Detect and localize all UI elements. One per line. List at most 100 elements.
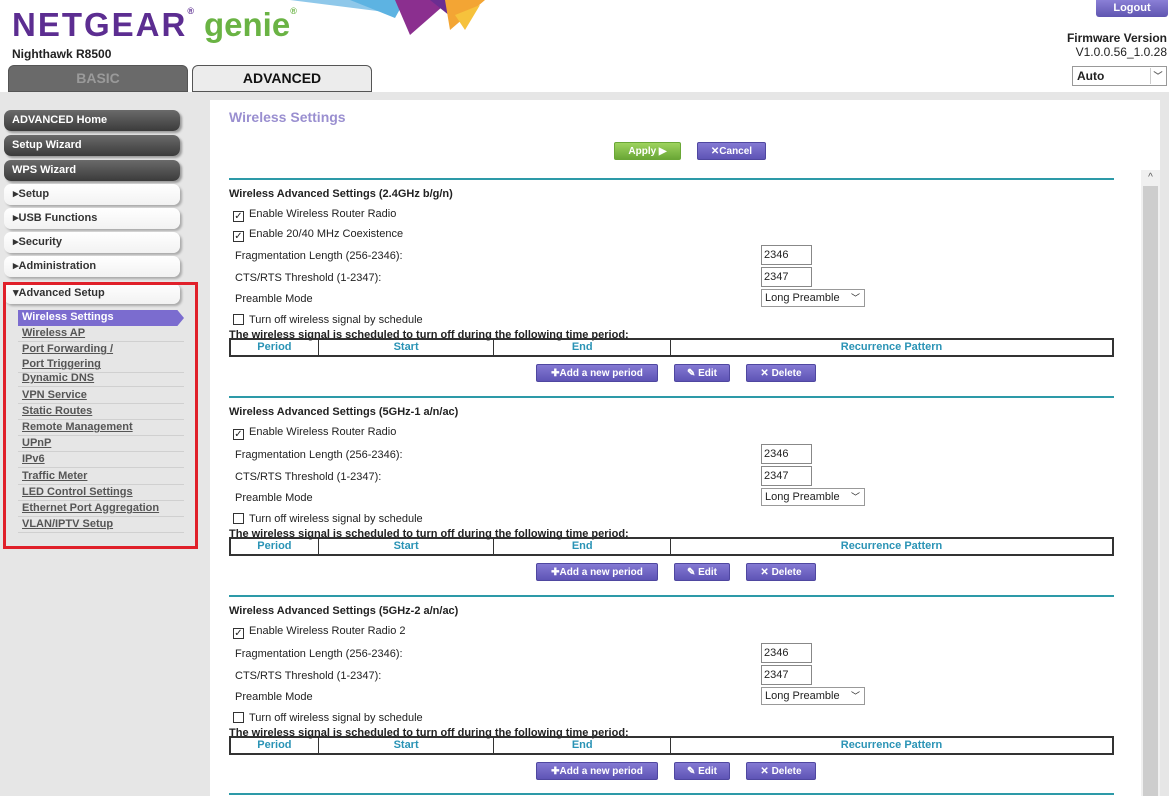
brand-sub-text: genie (203, 6, 291, 43)
schedule-checkbox-row[interactable]: Turn off wireless signal by schedule (233, 513, 423, 525)
highlight-box (3, 282, 198, 549)
checkbox-row[interactable]: ✓ Enable 20/40 MHz Coexistence (233, 228, 403, 242)
cts-rts-threshold-input[interactable]: 2347 (761, 466, 812, 486)
chevron-down-icon: ﹀ (1150, 68, 1165, 84)
cts-rts-threshold-label: CTS/RTS Threshold (1-2347): (235, 670, 382, 682)
netgear-genie-logo: NETGEAR® genie® (12, 6, 299, 43)
sidebar-item-security[interactable]: ▸Security (4, 232, 180, 253)
add-period-button[interactable]: ✚Add a new period (536, 762, 658, 780)
column-header: Period (231, 738, 319, 753)
schedule-table-header: Period Start End Recurrence Pattern (229, 537, 1114, 556)
sidebar-item-administration[interactable]: ▸Administration (4, 256, 180, 277)
checkbox-row[interactable]: ✓ Enable Wireless Router Radio (233, 426, 396, 440)
language-value: Auto (1077, 69, 1105, 83)
preamble-label: Preamble Mode (235, 691, 313, 703)
sidebar-item-usb-functions[interactable]: ▸USB Functions (4, 208, 180, 229)
schedule-checkbox-row[interactable]: Turn off wireless signal by schedule (233, 712, 423, 724)
sidebar-item-wps-wizard[interactable]: WPS Wizard (4, 160, 180, 181)
cts-rts-threshold-label: CTS/RTS Threshold (1-2347): (235, 272, 382, 284)
checkbox-row[interactable]: ✓ Enable Wireless Router Radio (233, 208, 396, 222)
checkbox-label: Turn off wireless signal by schedule (249, 314, 423, 326)
cancel-button[interactable]: ✕Cancel (697, 142, 766, 160)
fragmentation-label: Fragmentation Length (256-2346): (235, 449, 403, 461)
checkbox-label: Enable Wireless Router Radio (249, 208, 397, 220)
schedule-checkbox-row[interactable]: Turn off wireless signal by schedule (233, 314, 423, 326)
fragmentation-input[interactable]: 2346 (761, 444, 812, 464)
fragmentation-label: Fragmentation Length (256-2346): (235, 648, 403, 660)
sidebar-item-label: USB Functions (18, 212, 98, 224)
logo-graphic (290, 0, 485, 35)
preamble-value: Long Preamble (765, 292, 840, 304)
apply-button[interactable]: Apply ▶ (614, 142, 681, 160)
add-period-button[interactable]: ✚Add a new period (536, 364, 658, 382)
scrollbar[interactable]: ^ (1141, 170, 1160, 796)
checkbox-row[interactable]: ✓ Enable Wireless Router Radio 2 (233, 625, 406, 639)
sidebar-item-setup-wizard[interactable]: Setup Wizard (4, 135, 180, 156)
preamble-select[interactable]: Long Preamble ﹀ (761, 289, 865, 307)
column-header: End (494, 340, 671, 355)
sidebar-item-setup[interactable]: ▸Setup (4, 184, 180, 205)
schedule-table-header: Period Start End Recurrence Pattern (229, 736, 1114, 755)
preamble-select[interactable]: Long Preamble ﹀ (761, 488, 865, 506)
chevron-down-icon: ﹀ (850, 691, 860, 701)
brand-text: NETGEAR (12, 6, 188, 43)
preamble-label: Preamble Mode (235, 293, 313, 305)
column-header: Recurrence Pattern (840, 341, 943, 353)
checkbox[interactable] (233, 513, 244, 524)
chevron-down-icon: ﹀ (850, 492, 860, 502)
checkbox-label: Enable Wireless Router Radio (249, 426, 397, 438)
checkbox[interactable]: ✓ (233, 429, 244, 440)
column-header: Period (231, 539, 319, 554)
section-title: Wireless Advanced Settings (5GHz-2 a/n/a… (229, 605, 459, 617)
sidebar-item-label: Security (18, 236, 62, 248)
cts-rts-threshold-input[interactable]: 2347 (761, 267, 812, 287)
edit-button[interactable]: ✎ Edit (674, 762, 730, 780)
wireless-section: Wireless Advanced Settings (2.4GHz b/g/n… (229, 178, 1114, 396)
sidebar-item-advanced-home[interactable]: ADVANCED Home (4, 110, 180, 131)
preamble-select[interactable]: Long Preamble ﹀ (761, 687, 865, 705)
checkbox-label: Turn off wireless signal by schedule (249, 513, 423, 525)
scroll-up-icon[interactable]: ^ (1141, 170, 1160, 186)
column-header: Start (319, 539, 495, 554)
fragmentation-input[interactable]: 2346 (761, 643, 812, 663)
router-model: Nighthawk R8500 (12, 47, 112, 61)
add-period-button[interactable]: ✚Add a new period (536, 563, 658, 581)
chevron-down-icon: ﹀ (850, 293, 860, 303)
column-header: Start (319, 340, 495, 355)
schedule-table-header: Period Start End Recurrence Pattern (229, 338, 1114, 357)
checkbox[interactable] (233, 712, 244, 723)
column-header: Recurrence Pattern (840, 739, 943, 751)
preamble-value: Long Preamble (765, 491, 840, 503)
column-header: End (494, 738, 671, 753)
page-title: Wireless Settings (229, 109, 346, 125)
checkbox[interactable] (233, 314, 244, 325)
wireless-section: Wireless Advanced Settings (5GHz-1 a/n/a… (229, 396, 1114, 595)
scrollbar-thumb[interactable] (1143, 186, 1158, 796)
column-header: Start (319, 738, 495, 753)
logout-button[interactable]: Logout (1096, 0, 1168, 17)
delete-button[interactable]: ✕ Delete (746, 364, 816, 382)
tab-advanced[interactable]: ADVANCED (192, 65, 372, 92)
fragmentation-input[interactable]: 2346 (761, 245, 812, 265)
section-divider (229, 793, 1114, 795)
edit-button[interactable]: ✎ Edit (674, 364, 730, 382)
section-title: Wireless Advanced Settings (2.4GHz b/g/n… (229, 188, 453, 200)
checkbox-label: Turn off wireless signal by schedule (249, 712, 423, 724)
checkbox-label: Enable Wireless Router Radio 2 (249, 625, 406, 637)
column-header: Period (231, 340, 319, 355)
sidebar-item-label: Administration (18, 260, 97, 272)
edit-button[interactable]: ✎ Edit (674, 563, 730, 581)
checkbox-label: Enable 20/40 MHz Coexistence (249, 228, 404, 240)
delete-button[interactable]: ✕ Delete (746, 563, 816, 581)
delete-button[interactable]: ✕ Delete (746, 762, 816, 780)
sidebar-item-label: Setup (18, 188, 50, 200)
cts-rts-threshold-input[interactable]: 2347 (761, 665, 812, 685)
language-select[interactable]: Auto ﹀ (1072, 66, 1167, 86)
tab-basic[interactable]: BASIC (8, 65, 188, 92)
column-header: Recurrence Pattern (840, 540, 943, 552)
cts-rts-threshold-label: CTS/RTS Threshold (1-2347): (235, 471, 382, 483)
fragmentation-label: Fragmentation Length (256-2346): (235, 250, 403, 262)
checkbox[interactable]: ✓ (233, 211, 244, 222)
checkbox[interactable]: ✓ (233, 231, 244, 242)
checkbox[interactable]: ✓ (233, 628, 244, 639)
